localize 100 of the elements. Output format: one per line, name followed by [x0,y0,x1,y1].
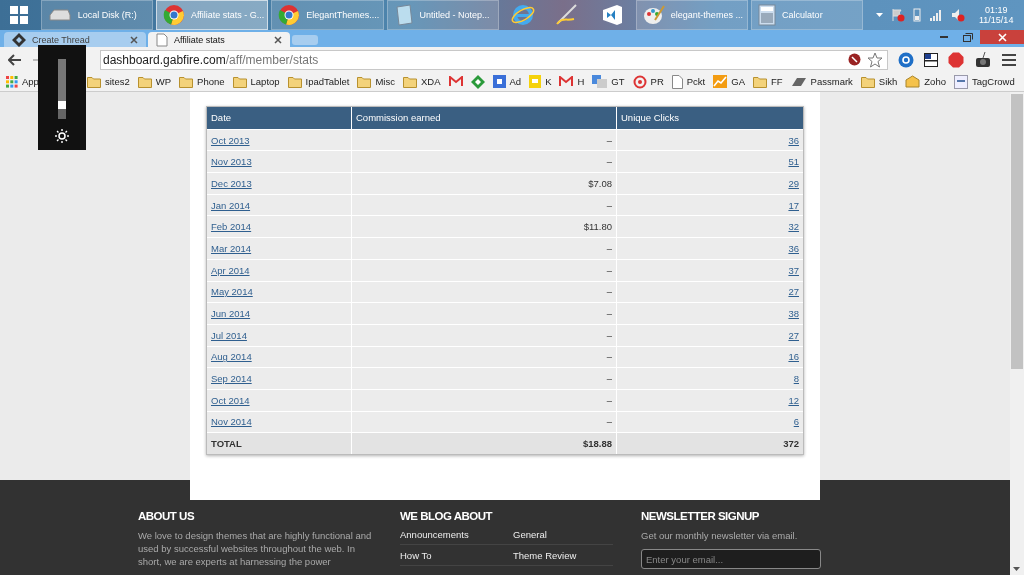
bookmark[interactable] [448,76,463,87]
muted-speaker-icon[interactable] [951,8,966,22]
stop-sign-icon[interactable] [948,51,964,68]
camera-icon[interactable] [974,51,992,68]
clicks-link[interactable]: 29 [788,177,799,189]
email-field[interactable]: Enter your email... [641,549,821,569]
clicks-link[interactable]: 8 [793,373,799,385]
table-cell: $7.08 [351,173,616,194]
bookmark[interactable]: Pckt [671,74,706,89]
scroll-down-icon[interactable] [1013,567,1020,571]
date-link[interactable]: Nov 2013 [211,156,252,168]
a-circle-icon[interactable] [898,51,914,68]
taskbar-button[interactable]: ElegantThemes.... [271,0,384,30]
clicks-link[interactable]: 37 [788,264,799,276]
date-link[interactable]: Apr 2014 [211,264,250,276]
bookmark[interactable]: Phone [179,75,225,88]
category-link[interactable]: Announcements [400,529,513,545]
bookmark[interactable]: TagCrowd [953,74,1015,89]
bookmark[interactable]: Sikh [860,75,898,88]
battery-icon[interactable] [913,8,922,22]
bookmark[interactable]: FF [753,75,783,88]
bookmark[interactable]: App [6,75,39,88]
browser-tab[interactable]: Create Thread [4,32,146,47]
clicks-link[interactable]: 12 [788,394,799,406]
date-link[interactable]: Oct 2014 [211,394,250,406]
date-link[interactable]: Jul 2014 [211,329,247,341]
taskbar-button[interactable]: Untitled - Notep... [386,0,499,30]
clicks-link[interactable]: 17 [788,199,799,211]
signal-icon[interactable] [929,9,944,21]
bookmark[interactable]: Passmark [790,75,853,88]
bookmark[interactable]: GA [713,75,745,88]
bookmark[interactable]: K [529,75,552,88]
footer-heading: WE BLOG ABOUT [400,510,494,522]
footer-heading: ABOUT US [138,510,196,522]
bookmark[interactable]: Ad [492,75,522,88]
apps-grid-icon [6,75,18,88]
bookmark[interactable]: H [559,76,585,87]
taskbar-button[interactable]: Local Disk (R:) [40,0,153,30]
bookmark[interactable]: XDA [402,75,441,88]
menu-icon[interactable] [1002,53,1016,66]
bookmark[interactable]: sites2 [86,75,130,88]
column-header: Date [207,107,351,129]
window-icon[interactable] [924,52,938,67]
scrollbar-thumb[interactable] [1011,94,1023,369]
table-cell: – [351,303,616,324]
close-icon [997,32,1007,42]
clicks-link[interactable]: 32 [788,221,799,233]
clicks-link[interactable]: 27 [788,286,799,298]
category-link[interactable]: Theme Review [513,550,613,566]
date-link[interactable]: Jan 2014 [211,199,251,211]
bookmark[interactable]: Laptop [232,75,280,88]
bookmark[interactable]: GT [592,75,625,88]
close-icon[interactable] [130,35,138,44]
envelope-icon [905,75,921,88]
bookmark[interactable] [470,74,485,89]
back-icon[interactable] [8,53,22,66]
clicks-link[interactable]: 27 [788,329,799,341]
newsletter-text: Get our monthly newsletter via email. [641,529,799,542]
clicks-link[interactable]: 16 [788,351,799,363]
table-cell: – [351,389,616,411]
category-link[interactable]: How To [400,550,513,566]
category-link[interactable]: General [513,529,613,545]
date-link[interactable]: Jun 2014 [211,308,251,320]
bookmark[interactable]: Zoho [905,75,946,88]
bookmark[interactable]: Misc [357,75,395,88]
close-icon[interactable] [274,35,282,44]
clicks-link[interactable]: 38 [788,308,799,320]
clicks-link[interactable]: 36 [788,134,799,146]
column-header: Commission earned [351,107,616,129]
date-link[interactable]: Mar 2014 [211,242,252,254]
caret-icon[interactable] [876,13,884,17]
close-button[interactable] [980,30,1024,44]
restore-icon [963,32,973,42]
table-cell: – [351,238,616,259]
bookmark[interactable]: IpadTablet [287,75,350,88]
bookmark[interactable]: WP [137,75,172,88]
clicks-link[interactable]: 36 [788,242,799,254]
bookmark[interactable]: PR [632,74,664,89]
envelope-m-icon [559,76,574,87]
date-link[interactable]: May 2014 [211,286,253,298]
clicks-link[interactable]: 51 [788,156,799,168]
address-bar[interactable]: dashboard.gabfire.com/aff/member/stats [100,49,888,70]
browser-tab[interactable]: Affiliate stats [148,32,290,47]
scrollbar[interactable] [1010,92,1024,575]
star-icon[interactable] [867,51,883,68]
blocked-icon[interactable] [848,53,861,66]
clock[interactable]: 01:19 11/15/14 [968,0,1024,30]
flag-icon[interactable] [891,8,906,22]
date-link[interactable]: Nov 2014 [211,416,252,428]
date-link[interactable]: Aug 2014 [211,351,252,363]
brightness-slider[interactable] [58,59,66,119]
slider-fill[interactable] [58,101,66,119]
clicks-link[interactable]: 6 [793,416,799,428]
date-link[interactable]: Sep 2014 [211,373,252,385]
envelope-m-icon [448,76,463,87]
date-link[interactable]: Feb 2014 [211,221,252,233]
date-link[interactable]: Oct 2013 [211,134,250,146]
date-link[interactable]: Dec 2013 [211,177,252,189]
folder-icon [860,75,875,88]
folder-icon [357,75,372,88]
